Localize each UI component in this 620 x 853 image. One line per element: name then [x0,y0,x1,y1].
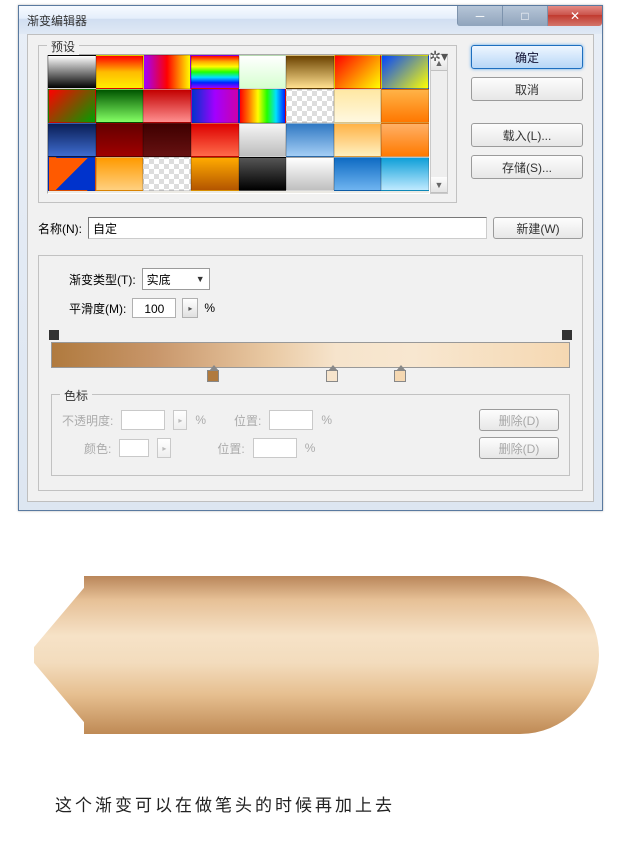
step-icon: ▸ [157,438,171,458]
preset-swatch[interactable] [143,157,191,191]
preset-swatch[interactable] [286,123,334,157]
preset-swatch[interactable] [239,89,287,123]
window-title: 渐变编辑器 [27,12,87,29]
save-button[interactable]: 存储(S)... [471,155,583,179]
preset-swatch[interactable] [96,89,144,123]
preset-swatch[interactable] [191,157,239,191]
dialog-content: 预设 ✲▾ [27,34,594,502]
preset-swatch[interactable] [143,123,191,157]
preset-swatch[interactable] [334,55,382,89]
titlebar[interactable]: 渐变编辑器 ─ □ ✕ [19,6,602,34]
preset-swatch[interactable] [191,55,239,89]
name-row: 名称(N): 新建(W) [38,217,583,239]
smoothness-step-icon[interactable]: ▸ [182,298,198,318]
cancel-button[interactable]: 取消 [471,77,583,101]
delete-opacity-button: 删除(D) [479,409,559,431]
gradient-editor-window: 渐变编辑器 ─ □ ✕ 预设 ✲▾ [18,5,603,511]
preset-scrollbar[interactable]: ▲ ▼ [430,54,448,194]
preset-swatch[interactable] [286,89,334,123]
location-label: 位置: [234,412,261,429]
stops-group: 色标 不透明度: ▸ % 位置: % 删除(D) 颜色: ▸ 位置: [51,394,570,476]
preset-swatch[interactable] [381,123,429,157]
preset-swatch[interactable] [381,55,429,89]
gradient-bar[interactable] [51,342,570,368]
preset-swatch[interactable] [286,157,334,191]
preset-swatch[interactable] [239,157,287,191]
preset-swatch[interactable] [96,55,144,89]
opacity-input [121,410,165,430]
location-input [269,410,313,430]
smoothness-input[interactable]: 100 [132,298,176,318]
preset-swatch[interactable] [48,55,96,89]
new-button[interactable]: 新建(W) [493,217,583,239]
close-button[interactable]: ✕ [547,6,602,26]
color-label: 颜色: [84,440,111,457]
location-label: 位置: [217,440,244,457]
step-icon: ▸ [173,410,187,430]
preset-swatch[interactable] [191,123,239,157]
preset-swatch[interactable] [286,55,334,89]
gradient-type-value: 实底 [147,271,171,288]
preset-swatch[interactable] [143,89,191,123]
color-chip [119,439,149,457]
gradient-type-label: 渐变类型(T): [69,271,136,288]
name-input[interactable] [88,217,487,239]
stops-legend: 色标 [60,387,92,404]
preset-swatch[interactable] [48,89,96,123]
gradient-type-select[interactable]: 实底 ▼ [142,268,210,290]
preset-swatch[interactable] [334,89,382,123]
percent-label: % [195,413,206,427]
maximize-button[interactable]: □ [502,6,547,26]
preset-swatch[interactable] [334,123,382,157]
preset-swatch[interactable] [239,123,287,157]
load-button[interactable]: 载入(L)... [471,123,583,147]
caption-text: 这个渐变可以在做笔头的时候再加上去 [55,791,620,816]
minimize-button[interactable]: ─ [457,6,502,26]
preset-swatch[interactable] [191,89,239,123]
smoothness-label: 平滑度(M): [69,300,126,317]
preset-grid [47,54,430,194]
location-input [253,438,297,458]
gradient-bar-wrap [51,342,570,368]
opacity-label: 不透明度: [62,412,113,429]
pencil-preview [24,576,620,756]
scroll-down-icon[interactable]: ▼ [431,177,447,193]
delete-color-button: 删除(D) [479,437,559,459]
preset-swatch[interactable] [381,89,429,123]
color-stop[interactable] [326,370,338,382]
preset-swatch[interactable] [143,55,191,89]
gear-icon[interactable]: ✲▾ [429,48,448,65]
preset-swatch[interactable] [48,157,96,191]
percent-label: % [321,413,332,427]
opacity-stop-left[interactable] [49,330,59,340]
preset-swatch[interactable] [239,55,287,89]
preset-swatch[interactable] [381,157,429,191]
preset-swatch[interactable] [96,157,144,191]
presets-legend: 预设 [47,38,79,55]
scroll-track[interactable] [431,71,447,177]
name-label: 名称(N): [38,220,82,237]
pencil-body [84,576,599,734]
opacity-stop-right[interactable] [562,330,572,340]
preset-swatch[interactable] [334,157,382,191]
chevron-down-icon: ▼ [196,274,205,284]
ok-button[interactable]: 确定 [471,45,583,69]
preset-swatch[interactable] [96,123,144,157]
window-controls: ─ □ ✕ [457,6,602,26]
presets-group: 预设 ✲▾ [38,45,457,203]
color-stop[interactable] [207,370,219,382]
preset-swatch[interactable] [48,123,96,157]
color-stop[interactable] [394,370,406,382]
side-buttons: 确定 取消 载入(L)... 存储(S)... [457,45,583,203]
percent-label: % [305,441,316,455]
percent-label: % [204,301,215,315]
gradient-settings: 渐变类型(T): 实底 ▼ 平滑度(M): 100 ▸ % [38,255,583,491]
